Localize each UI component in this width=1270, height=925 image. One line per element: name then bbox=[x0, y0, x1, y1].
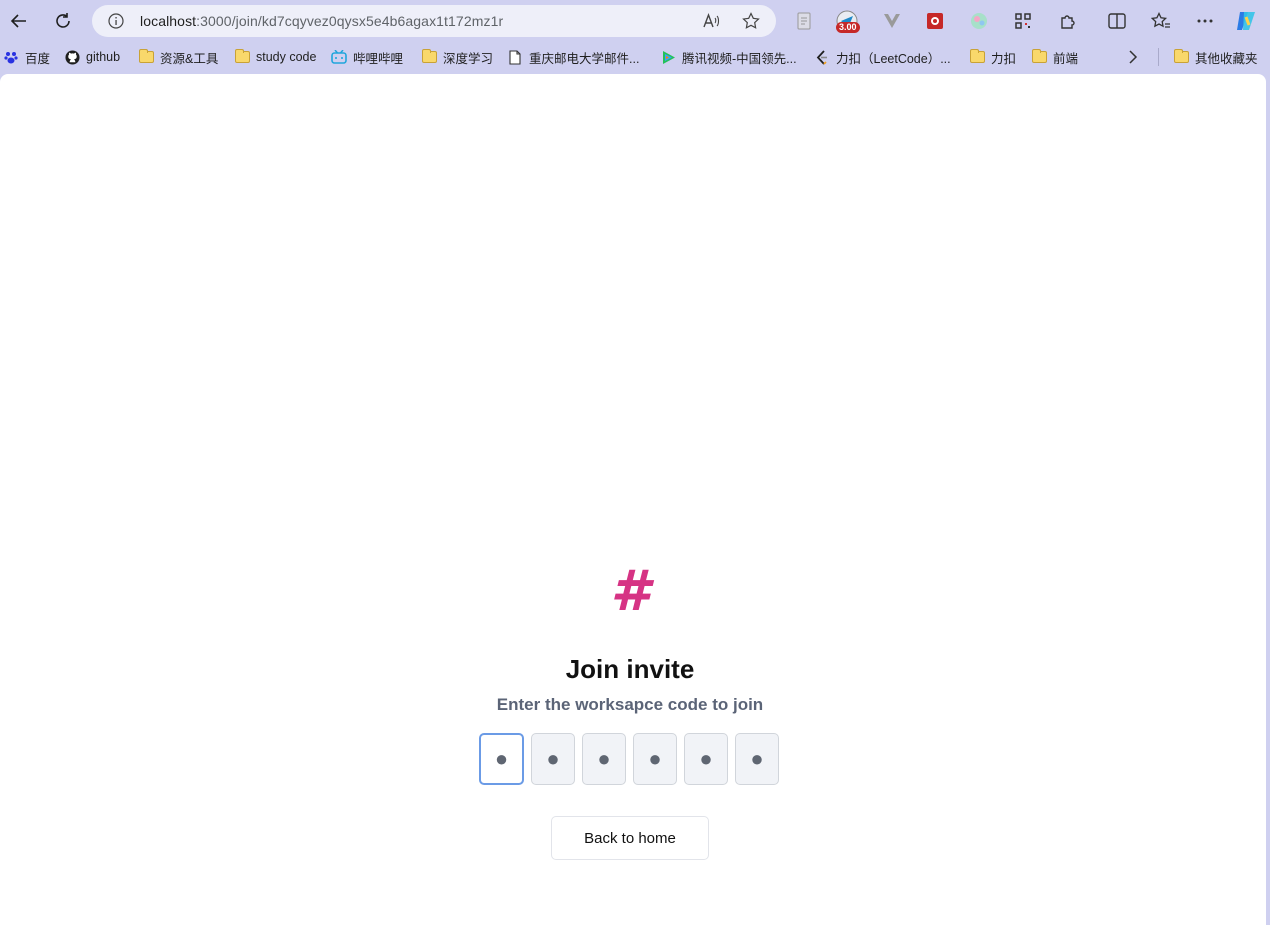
code-digit-1[interactable]: ● bbox=[479, 733, 524, 785]
bookmark-tencent-video[interactable]: 腾讯视频-中国领先... bbox=[660, 48, 797, 66]
bookmark-folder-study-code[interactable]: study code bbox=[234, 48, 316, 66]
github-icon bbox=[64, 49, 80, 65]
bookmark-label: 哔哩哔哩 bbox=[353, 51, 404, 66]
folder-icon bbox=[1031, 49, 1047, 64]
site-info-icon[interactable] bbox=[108, 13, 124, 29]
favorite-star-icon[interactable] bbox=[742, 12, 760, 30]
bookmark-leetcode[interactable]: 力扣（LeetCode）... bbox=[814, 48, 951, 66]
red-extension-icon[interactable] bbox=[922, 8, 948, 34]
chevron-right-icon[interactable] bbox=[1128, 48, 1138, 66]
code-digit-6[interactable]: ● bbox=[735, 733, 779, 785]
bookmark-baidu[interactable]: 百度 bbox=[3, 48, 50, 66]
tencent-video-icon bbox=[660, 50, 676, 64]
folder-icon bbox=[421, 49, 437, 64]
reading-list-icon[interactable] bbox=[791, 8, 817, 34]
bookmark-label: study code bbox=[256, 50, 317, 64]
bookmark-folder-frontend[interactable]: 前端 bbox=[1031, 48, 1078, 66]
vue-devtools-icon[interactable] bbox=[879, 8, 905, 34]
folder-icon bbox=[138, 49, 154, 64]
colorful-extension-icon[interactable] bbox=[966, 8, 992, 34]
extension-badge: 3.00 bbox=[836, 22, 860, 33]
more-menu-icon[interactable] bbox=[1192, 8, 1218, 34]
bookmark-cqupt-mail[interactable]: 重庆邮电大学邮件... bbox=[507, 48, 639, 66]
split-screen-icon[interactable] bbox=[1104, 8, 1130, 34]
bookmark-folder-tools[interactable]: 资源&工具 bbox=[138, 48, 218, 66]
code-digit-5[interactable]: ● bbox=[684, 733, 728, 785]
bookmark-label: 其他收藏夹 bbox=[1195, 51, 1258, 66]
bookmark-bilibili[interactable]: 哔哩哔哩 bbox=[331, 48, 403, 66]
copilot-icon[interactable] bbox=[1233, 8, 1259, 34]
bookmark-folder-deep-learning[interactable]: 深度学习 bbox=[421, 48, 493, 66]
url-host: localhost bbox=[140, 13, 197, 29]
url-text[interactable]: localhost:3000/join/kd7cqyvez0qysx5e4b6a… bbox=[140, 13, 503, 29]
hash-logo-icon: # bbox=[610, 559, 650, 624]
reload-icon[interactable] bbox=[48, 6, 78, 36]
bookmark-label: 前端 bbox=[1053, 51, 1079, 66]
read-aloud-icon[interactable] bbox=[702, 12, 720, 30]
page-subtitle: Enter the worksapce code to join bbox=[496, 695, 764, 714]
folder-icon bbox=[234, 49, 250, 64]
workspace-code-input: ● ● ● ● ● ● bbox=[479, 733, 779, 785]
code-digit-3[interactable]: ● bbox=[582, 733, 626, 785]
code-digit-4[interactable]: ● bbox=[633, 733, 677, 785]
bookmark-label: 力扣（LeetCode）... bbox=[836, 51, 951, 66]
leetcode-icon bbox=[814, 49, 830, 65]
extensions-puzzle-icon[interactable] bbox=[1055, 8, 1081, 34]
bookmarks-divider bbox=[1158, 48, 1159, 66]
bookmark-label: 重庆邮电大学邮件... bbox=[529, 51, 640, 66]
url-path: :3000/join/kd7cqyvez0qysx5e4b6agax1t172m… bbox=[196, 13, 504, 29]
browser-toolbar: localhost:3000/join/kd7cqyvez0qysx5e4b6a… bbox=[0, 0, 1270, 42]
bookmark-label: 百度 bbox=[25, 51, 51, 66]
bookmark-label: 力扣 bbox=[991, 51, 1017, 66]
back-arrow-icon[interactable] bbox=[4, 6, 34, 36]
page-content: # Join invite Enter the worksapce code t… bbox=[0, 74, 1266, 925]
folder-icon bbox=[1173, 49, 1189, 64]
favorites-icon[interactable] bbox=[1148, 8, 1174, 34]
code-digit-2[interactable]: ● bbox=[531, 733, 575, 785]
page-title: Join invite bbox=[565, 654, 695, 684]
qr-code-icon[interactable] bbox=[1010, 8, 1036, 34]
bookmark-github[interactable]: github bbox=[64, 48, 120, 66]
bookmark-label: github bbox=[86, 50, 121, 64]
window-edge bbox=[1266, 74, 1270, 925]
back-to-home-button[interactable]: Back to home bbox=[551, 816, 709, 860]
baidu-icon bbox=[3, 50, 19, 64]
page-icon bbox=[507, 49, 523, 65]
folder-icon bbox=[969, 49, 985, 64]
bookmark-other-favorites[interactable]: 其他收藏夹 bbox=[1173, 48, 1258, 66]
bookmark-folder-leetcode[interactable]: 力扣 bbox=[969, 48, 1016, 66]
bookmarks-bar: 百度 github 资源&工具 study code 哔哩哔哩 深度学习 重庆邮… bbox=[0, 42, 1270, 72]
speed-extension-icon[interactable]: 3.00 bbox=[834, 8, 860, 34]
address-bar[interactable]: localhost:3000/join/kd7cqyvez0qysx5e4b6a… bbox=[92, 5, 776, 37]
bookmark-label: 深度学习 bbox=[443, 51, 494, 66]
bookmark-label: 资源&工具 bbox=[160, 51, 219, 66]
bilibili-icon bbox=[331, 50, 347, 64]
bookmark-label: 腾讯视频-中国领先... bbox=[682, 51, 797, 66]
